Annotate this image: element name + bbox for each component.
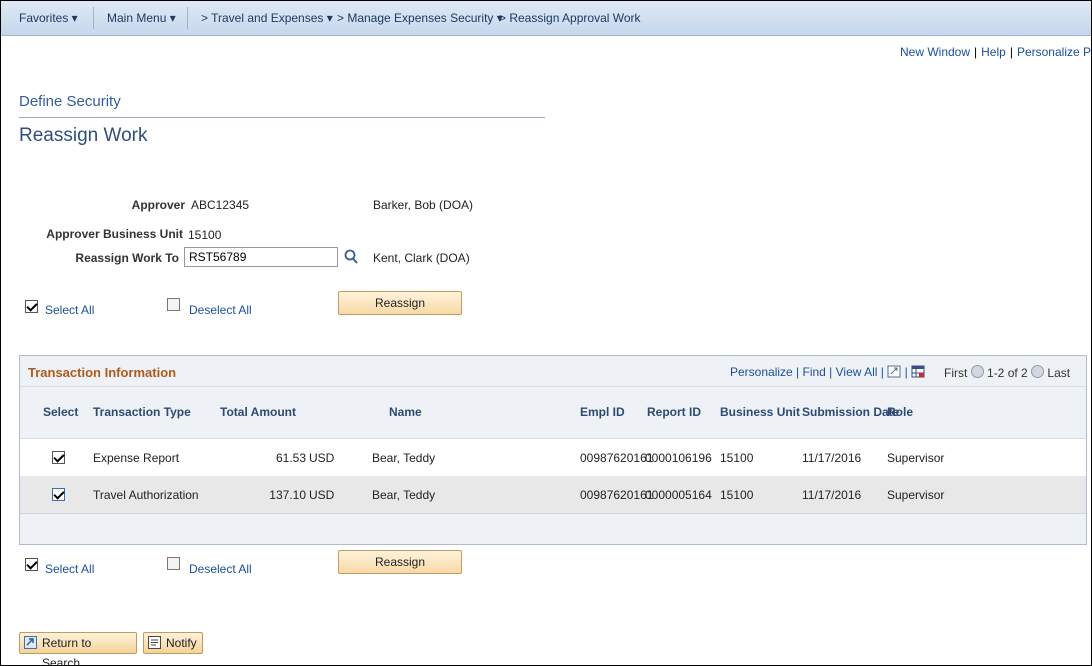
cell-transaction-type: Expense Report (93, 451, 180, 465)
approver-id: ABC12345 (191, 198, 250, 212)
deselect-all-icon[interactable] (167, 557, 180, 570)
page-title: Reassign Work (19, 125, 148, 146)
breadcrumb-manage-security[interactable]: > Manage Expenses Security ▾ (337, 11, 503, 25)
breadcrumb-current-page: > Reassign Approval Work (499, 11, 641, 25)
reassign-button-bottom[interactable]: Reassign (338, 550, 462, 574)
cell-name: Bear, Teddy (372, 451, 436, 465)
grid-toolbar: Personalize | Find | View All | | (730, 365, 925, 379)
return-to-search-button[interactable]: Return to Search (19, 632, 137, 665)
cell-currency: USD (309, 488, 335, 502)
cell-report-id: 0000106196 (645, 451, 712, 465)
approver-bu-value: 15100 (188, 228, 222, 242)
reassign-to-name: Kent, Clark (DOA) (373, 251, 470, 265)
select-all-check-icon[interactable] (25, 558, 38, 571)
col-total-amount[interactable]: Total Amount (220, 405, 296, 419)
nav-divider (93, 7, 94, 29)
cell-amount: 137.10 (269, 488, 306, 502)
previous-arrow-icon[interactable] (970, 365, 984, 378)
notify-button[interactable]: Notify (143, 632, 203, 654)
transaction-grid: Transaction Information Personalize | Fi… (19, 355, 1087, 545)
cell-role: Supervisor (887, 451, 945, 465)
cell-amount: 61.53 (275, 451, 306, 465)
col-business-unit[interactable]: Business Unit (720, 405, 800, 419)
row-select-checkbox[interactable] (52, 451, 65, 464)
cell-business-unit: 15100 (720, 451, 754, 465)
reassign-to-input[interactable] (184, 247, 338, 267)
download-excel-icon[interactable] (911, 365, 925, 378)
grid-personalize-link[interactable]: Personalize (730, 365, 793, 379)
table-row: Travel Authorization 137.10 USD Bear, Te… (20, 476, 1086, 514)
cell-business-unit: 15100 (720, 488, 754, 502)
row-select-checkbox[interactable] (52, 488, 65, 501)
reassign-button[interactable]: Reassign (338, 291, 462, 315)
cell-empl-id: 00987620161 (580, 488, 654, 502)
col-transaction-type[interactable]: Transaction Type (93, 405, 191, 419)
header-links: New Window | Help | Personalize P (899, 45, 1091, 59)
col-empl-id[interactable]: Empl ID (580, 405, 625, 419)
return-search-icon (24, 636, 37, 649)
deselect-all-link-bottom[interactable]: Deselect All (189, 562, 252, 576)
next-arrow-icon[interactable] (1031, 365, 1045, 378)
select-all-link-bottom[interactable]: Select All (45, 562, 94, 576)
deselect-all-icon[interactable] (167, 298, 180, 311)
table-row: Expense Report 61.53 USD Bear, Teddy 009… (20, 438, 1086, 477)
notify-label: Notify (166, 636, 197, 650)
approver-bu-label: Approver Business Unit (46, 227, 183, 241)
cell-submission-date: 11/17/2016 (802, 451, 862, 465)
cell-empl-id: 00987620161 (580, 451, 654, 465)
help-link[interactable]: Help (981, 45, 1006, 59)
approver-label: Approver (131, 198, 185, 212)
page-subtitle: Define Security (19, 93, 121, 110)
col-select: Select (43, 405, 79, 419)
page-frame: Favorites ▾ Main Menu ▾ > Travel and Exp… (0, 0, 1092, 666)
cell-submission-date: 11/17/2016 (802, 488, 862, 502)
col-name[interactable]: Name (389, 405, 422, 419)
main-menu[interactable]: Main Menu ▾ (107, 11, 176, 25)
nav-divider (187, 7, 188, 29)
lookup-search-icon[interactable] (342, 247, 360, 267)
notify-icon (148, 636, 161, 649)
return-to-search-label: Return to Search (42, 636, 92, 666)
breadcrumb-travel-expenses[interactable]: > Travel and Expenses ▾ (201, 11, 333, 25)
col-submission-date[interactable]: Submission Date (802, 405, 899, 419)
grid-view-all-link[interactable]: View All (836, 365, 878, 379)
first-link: First (944, 366, 968, 380)
favorites-menu[interactable]: Favorites ▾ (19, 11, 78, 25)
top-nav-bar: Favorites ▾ Main Menu ▾ > Travel and Exp… (1, 1, 1091, 36)
approver-name: Barker, Bob (DOA) (373, 198, 474, 212)
grid-title: Transaction Information (28, 365, 177, 380)
deselect-all-link[interactable]: Deselect All (189, 303, 252, 317)
grid-find-link[interactable]: Find (803, 365, 826, 379)
personalize-page-link[interactable]: Personalize P (1017, 45, 1091, 59)
reassign-to-label: Reassign Work To (75, 251, 179, 265)
cell-transaction-type: Travel Authorization (93, 488, 199, 502)
cell-name: Bear, Teddy (372, 488, 436, 502)
col-role[interactable]: Role (887, 405, 913, 419)
cell-role: Supervisor (887, 488, 945, 502)
cell-currency: USD (309, 451, 335, 465)
cell-report-id: 0000005164 (645, 488, 712, 502)
last-link: Last (1047, 366, 1071, 380)
select-all-link[interactable]: Select All (45, 303, 94, 317)
col-report-id[interactable]: Report ID (647, 405, 701, 419)
grid-header-bar: Transaction Information Personalize | Fi… (20, 356, 1086, 387)
zoom-grid-icon[interactable] (887, 365, 901, 378)
title-divider (19, 117, 545, 118)
new-window-link[interactable]: New Window (900, 45, 970, 59)
grid-pagination: First 1-2 of 2 Last (944, 365, 1070, 380)
row-range: 1-2 of 2 (987, 366, 1028, 380)
select-all-check-icon[interactable] (25, 300, 38, 313)
